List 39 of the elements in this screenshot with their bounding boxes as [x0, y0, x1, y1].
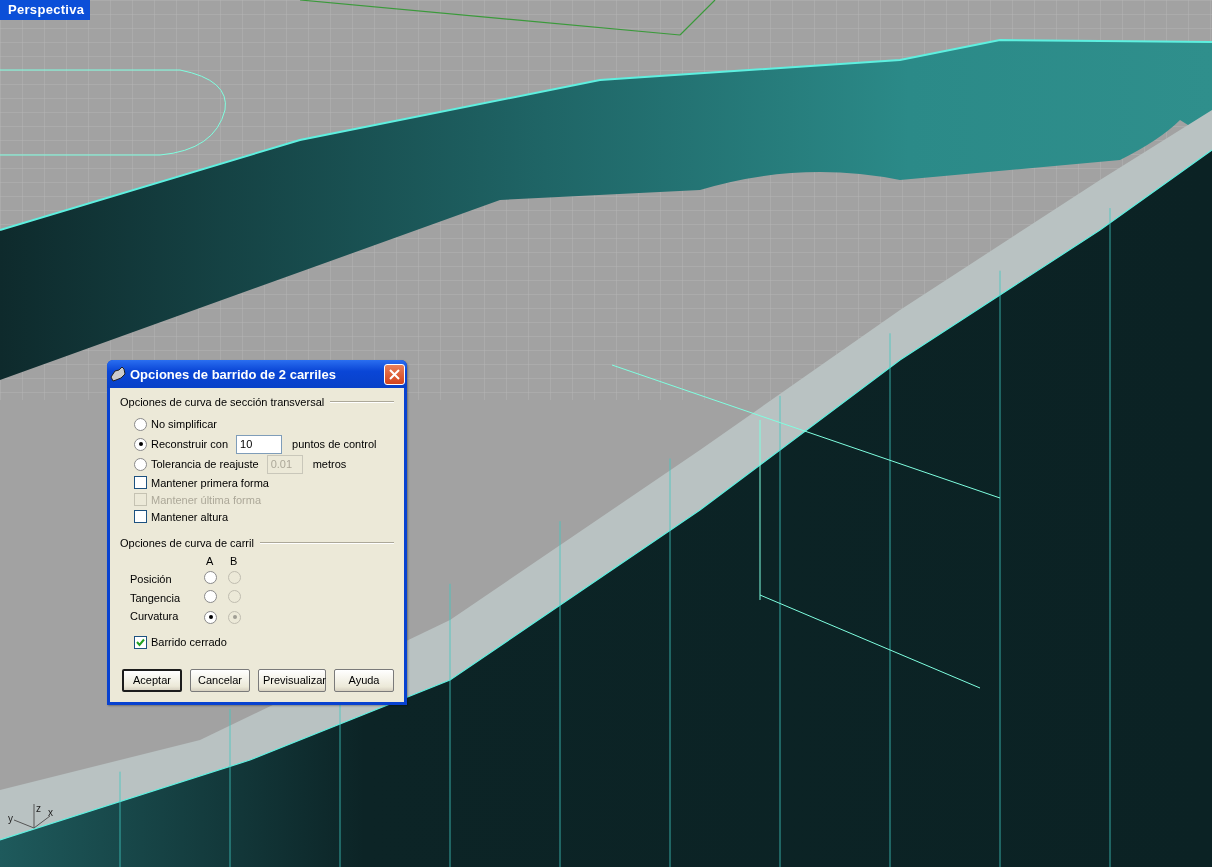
close-icon: [389, 368, 400, 380]
radio-button[interactable]: [204, 571, 217, 584]
row-label: Posición: [130, 572, 173, 585]
checkbox[interactable]: [134, 510, 147, 523]
radio-label: No simplificar: [151, 418, 217, 430]
dialog-button[interactable]: Cancelar: [190, 668, 250, 692]
unit-label: puntos de control: [292, 438, 377, 450]
radio-button[interactable]: [134, 437, 147, 451]
dialog-title: Opciones de barrido de 2 carriles: [130, 366, 337, 382]
checkbox-label: Mantener última forma: [151, 493, 262, 506]
row-label: Curvatura: [130, 610, 180, 623]
radio-button[interactable]: [134, 457, 147, 471]
column-header: B: [229, 555, 239, 567]
unit-label: metros: [312, 458, 347, 470]
dialog-button[interactable]: Aceptar: [122, 668, 182, 692]
input-field[interactable]: 10: [236, 434, 283, 454]
axis-label: x: [48, 807, 53, 818]
checkbox-label: Mantener altura: [151, 510, 229, 523]
radio-label: Reconstruir con: [151, 438, 229, 450]
close-button[interactable]: [384, 363, 405, 385]
checkbox-label: Barrido cerrado: [151, 636, 227, 648]
dialog-button[interactable]: Ayuda: [334, 668, 394, 692]
viewport-title[interactable]: Perspectiva: [0, 0, 91, 20]
check-icon: [136, 637, 145, 647]
rhino-icon: [110, 366, 126, 382]
column-header: A: [205, 555, 215, 567]
radio-button[interactable]: [204, 590, 217, 603]
radio-label: Tolerancia de reajuste: [151, 458, 259, 470]
checkbox[interactable]: [134, 476, 147, 489]
checkbox-label: Mantener primera forma: [151, 476, 269, 489]
dialog-button[interactable]: Previsualizar: [258, 668, 326, 692]
radio-button[interactable]: [134, 417, 147, 431]
section-title: Opciones de curva de sección transversal: [120, 396, 325, 408]
row-label: Tangencia: [130, 591, 182, 604]
checkbox[interactable]: [134, 635, 147, 649]
axis-label: y: [8, 813, 13, 824]
axis-label: z: [36, 803, 41, 814]
section-title: Opciones de curva de carril: [120, 537, 254, 549]
radio-button[interactable]: [204, 610, 217, 624]
